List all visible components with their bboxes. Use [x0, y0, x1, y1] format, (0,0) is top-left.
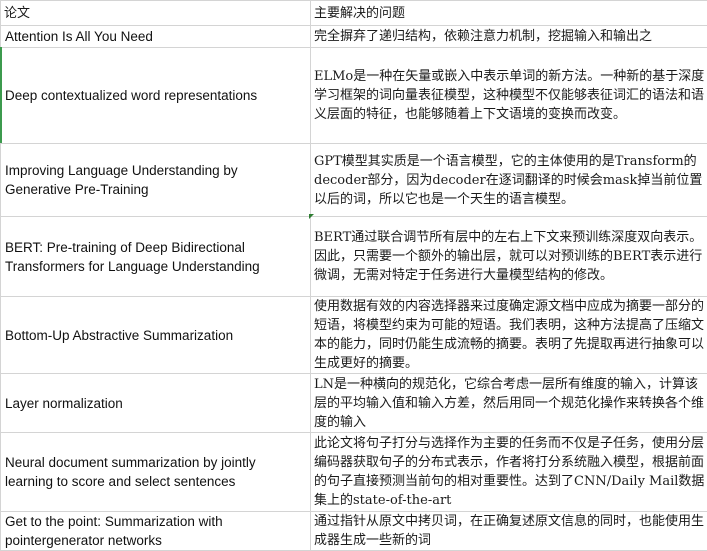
table-row: BERT: Pre-training of Deep Bidirectional… [1, 217, 707, 297]
problem-cell[interactable]: BERT通过联合调节所有层中的左右上下文来预训练深度双向表示。因此，只需要一个额… [311, 217, 707, 297]
paper-cell[interactable]: Neural document summarization by jointly… [1, 433, 311, 512]
problem-cell[interactable]: LN是一种横向的规范化，它综合考虑一层所有维度的输入，计算该层的平均输入值和输入… [311, 374, 707, 433]
table-row: Neural document summarization by jointly… [1, 433, 707, 512]
row-edit-marker [0, 47, 2, 143]
problem-cell[interactable]: 完全摒弃了递归结构，依赖注意力机制，挖掘输入和输出之 [311, 26, 707, 48]
problem-cell[interactable]: GPT模型其实质是一个语言模型，它的主体使用的是Transform的decode… [311, 144, 707, 217]
paper-cell[interactable]: Improving Language Understanding by Gene… [1, 144, 311, 217]
header-row: 论文 主要解决的问题 [1, 1, 707, 26]
paper-cell[interactable]: Deep contextualized word representations [1, 48, 311, 144]
comment-indicator-icon [309, 214, 314, 219]
problem-cell[interactable]: 此论文将句子打分与选择作为主要的任务而不仅是子任务，使用分层编码器获取句子的分布… [311, 433, 707, 512]
table-row: Improving Language Understanding by Gene… [1, 144, 707, 217]
header-problem-cell[interactable]: 主要解决的问题 [311, 1, 707, 26]
problem-cell[interactable]: 通过指针从原文中拷贝词，在正确复述原文信息的同时，也能使用生成器生成一些新的词 [311, 512, 707, 551]
table-row: Bottom-Up Abstractive Summarization 使用数据… [1, 297, 707, 374]
paper-summary-table: 论文 主要解决的问题 Attention Is All You Need 完全摒… [0, 0, 707, 551]
paper-cell[interactable]: Bottom-Up Abstractive Summarization [1, 297, 311, 374]
paper-cell[interactable]: Get to the point: Summarization with poi… [1, 512, 311, 551]
table-row: Get to the point: Summarization with poi… [1, 512, 707, 551]
paper-cell[interactable]: Attention Is All You Need [1, 26, 311, 48]
problem-cell[interactable]: 使用数据有效的内容选择器来过度确定源文档中应成为摘要一部分的短语，将模型约束为可… [311, 297, 707, 374]
table-row: Attention Is All You Need 完全摒弃了递归结构，依赖注意… [1, 26, 707, 48]
paper-cell[interactable]: BERT: Pre-training of Deep Bidirectional… [1, 217, 311, 297]
table-row: Deep contextualized word representations… [1, 48, 707, 144]
paper-cell[interactable]: Layer normalization [1, 374, 311, 433]
table-row: Layer normalization LN是一种横向的规范化，它综合考虑一层所… [1, 374, 707, 433]
problem-cell[interactable]: ELMo是一种在矢量或嵌入中表示单词的新方法。一种新的基于深度学习框架的词向量表… [311, 48, 707, 144]
header-paper-cell[interactable]: 论文 [1, 1, 311, 26]
